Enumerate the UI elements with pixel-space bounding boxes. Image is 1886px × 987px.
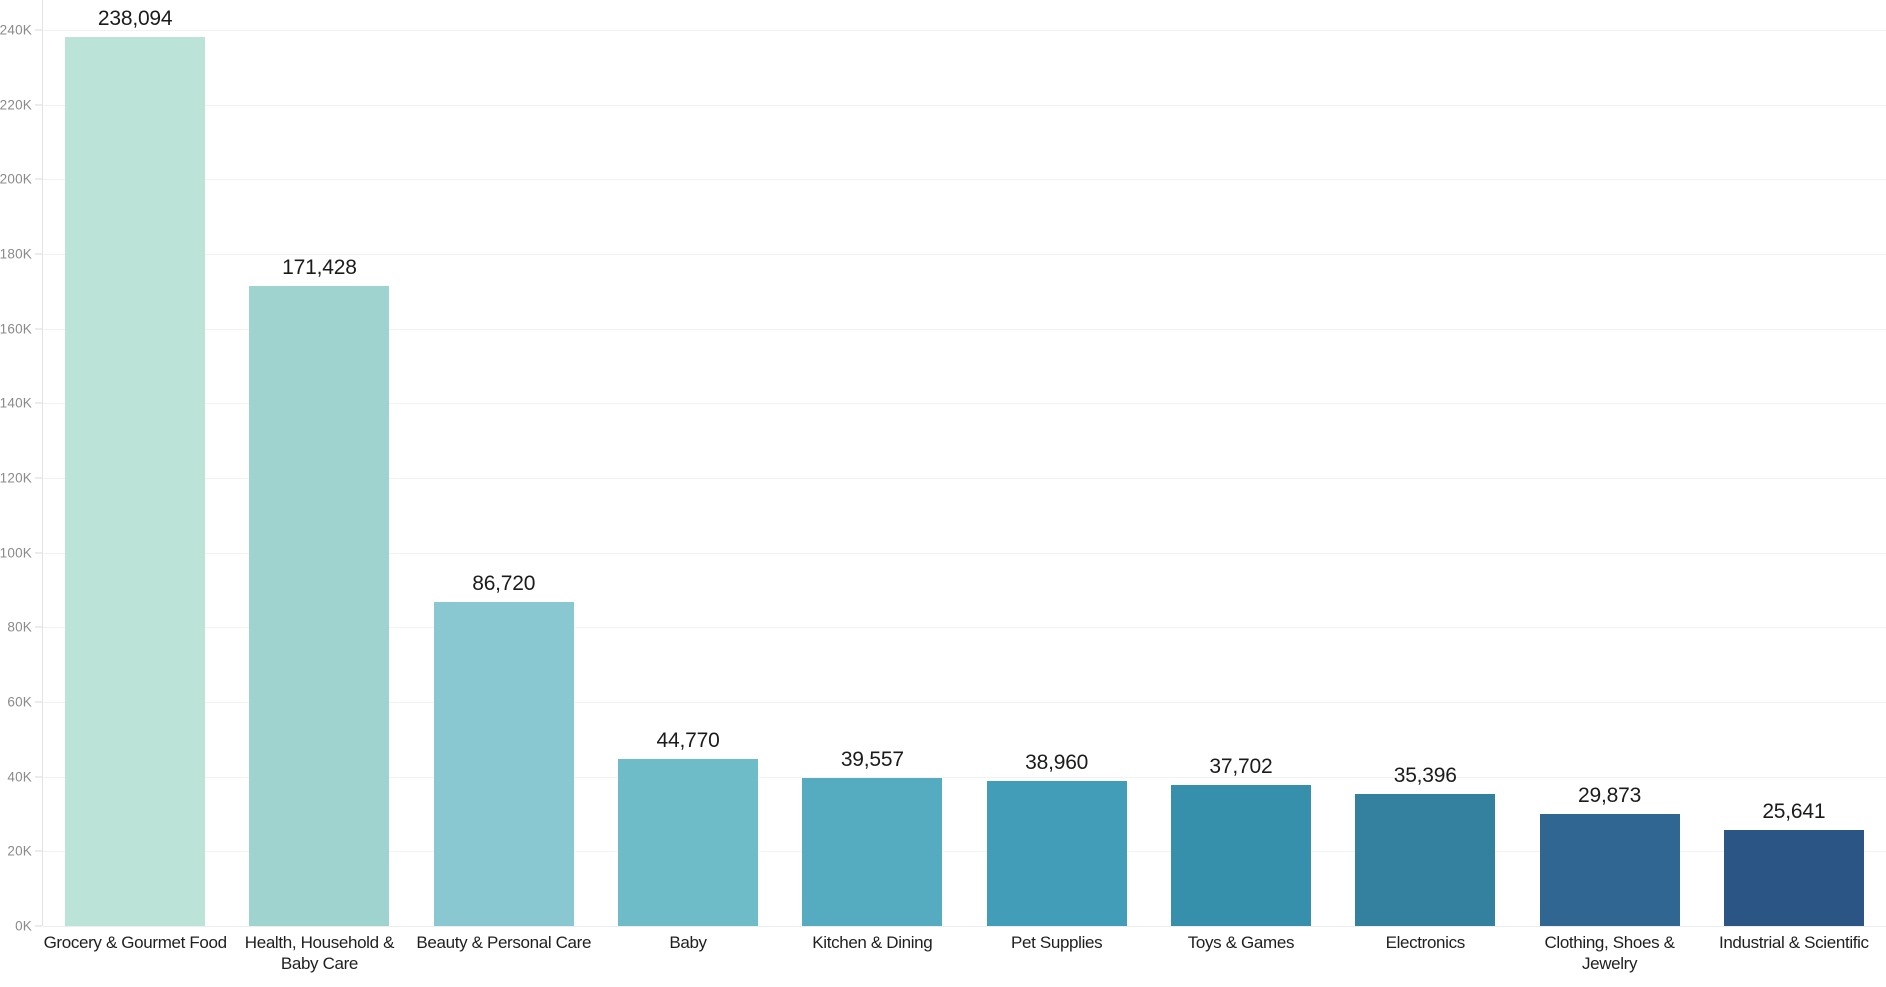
bars-layer: 238,094 171,428 86,720 44,770 39,557 38,960 37… [43,0,1886,926]
y-axis-tick-mark [35,850,42,852]
bar-group[interactable]: 44,770 [596,0,780,926]
y-axis-tick-mark [35,552,42,554]
bar-group[interactable]: 238,094 [43,0,227,926]
y-axis-tick-label: 140K [0,395,32,411]
bar-group[interactable]: 39,557 [780,0,964,926]
bar[interactable] [249,285,390,926]
bar[interactable] [1170,785,1311,926]
x-axis-category-label[interactable]: Kitchen & Dining [780,932,964,953]
bar[interactable] [618,758,759,926]
bar-group[interactable]: 35,396 [1333,0,1517,926]
y-axis-tick-mark [35,29,42,31]
x-axis-category-label[interactable]: Grocery & Gourmet Food [43,932,228,953]
y-axis-tick-label: 220K [0,97,32,113]
bar-group[interactable]: 25,641 [1702,0,1886,926]
x-axis: Grocery & Gourmet Food Health, Household … [43,932,1886,987]
bar-value-label: 37,702 [1209,755,1273,779]
y-axis-tick-label: 240K [0,22,32,38]
y-axis-tick-label: 60K [7,694,32,710]
x-axis-category-label[interactable]: Health, Household & Baby Care [227,932,411,974]
y-axis-tick-mark [35,776,42,778]
bar-value-label: 29,873 [1578,784,1642,808]
y-axis-tick-mark [35,253,42,255]
bar-group[interactable]: 38,960 [965,0,1149,926]
y-axis-tick-label: 20K [7,843,32,859]
bar[interactable] [802,778,943,926]
y-axis-tick-label: 160K [0,321,32,337]
y-axis-tick-mark [35,626,42,628]
bar-value-label: 38,960 [1025,750,1089,774]
bar-value-label: 44,770 [656,728,720,752]
y-axis-tick-mark [35,104,42,106]
y-axis-tick-mark [35,328,42,330]
x-axis-category-label[interactable]: Pet Supplies [965,932,1149,953]
y-axis-tick-mark [35,925,42,927]
y-axis-tick-label: 80K [7,619,32,635]
bar[interactable] [65,37,206,926]
y-axis-tick-label: 200K [0,171,32,187]
bar-value-label: 39,557 [840,748,904,772]
bar[interactable] [1723,830,1864,926]
bar-chart: 0K 20K 40K 60K 80K 100K 120K 140K 160K 180K 200K 22… [0,0,1886,987]
y-axis-tick-label: 100K [0,545,32,561]
y-axis: 0K 20K 40K 60K 80K 100K 120K 140K 160K 180K 200K 22… [0,0,42,934]
y-axis-tick-label: 40K [7,769,32,785]
y-axis-tick-label: 180K [0,246,32,262]
y-axis-tick-mark [35,178,42,180]
bar-group[interactable]: 37,702 [1149,0,1333,926]
x-axis-category-label[interactable]: Baby [596,932,780,953]
x-axis-category-label[interactable]: Toys & Games [1149,932,1333,953]
bar-value-label: 171,428 [282,255,357,279]
bar-group[interactable]: 86,720 [412,0,596,926]
bar[interactable] [1539,814,1680,926]
y-axis-tick-mark [35,477,42,479]
bar-value-label: 238,094 [97,7,173,30]
y-axis-tick-label: 0K [15,918,32,934]
y-axis-tick-label: 120K [0,470,32,486]
gridline [43,926,1886,927]
bar[interactable] [433,602,574,926]
bar-group[interactable]: 171,428 [227,0,411,926]
y-axis-tick-mark [35,701,42,703]
plot-area: 238,094 171,428 86,720 44,770 39,557 38,960 37… [43,0,1886,927]
x-axis-category-label[interactable]: Clothing, Shoes & Jewelry [1517,932,1701,974]
y-axis-tick-mark [35,402,42,404]
bar-value-label: 25,641 [1762,800,1826,824]
bar-value-label: 35,396 [1393,763,1457,787]
x-axis-category-label[interactable]: Beauty & Personal Care [412,932,596,953]
bar-value-label: 86,720 [472,572,536,596]
x-axis-category-label[interactable]: Industrial & Scientific [1702,932,1886,953]
x-axis-category-label[interactable]: Electronics [1333,932,1517,953]
bar[interactable] [986,780,1127,926]
bar-group[interactable]: 29,873 [1517,0,1701,926]
bar[interactable] [1355,793,1496,926]
